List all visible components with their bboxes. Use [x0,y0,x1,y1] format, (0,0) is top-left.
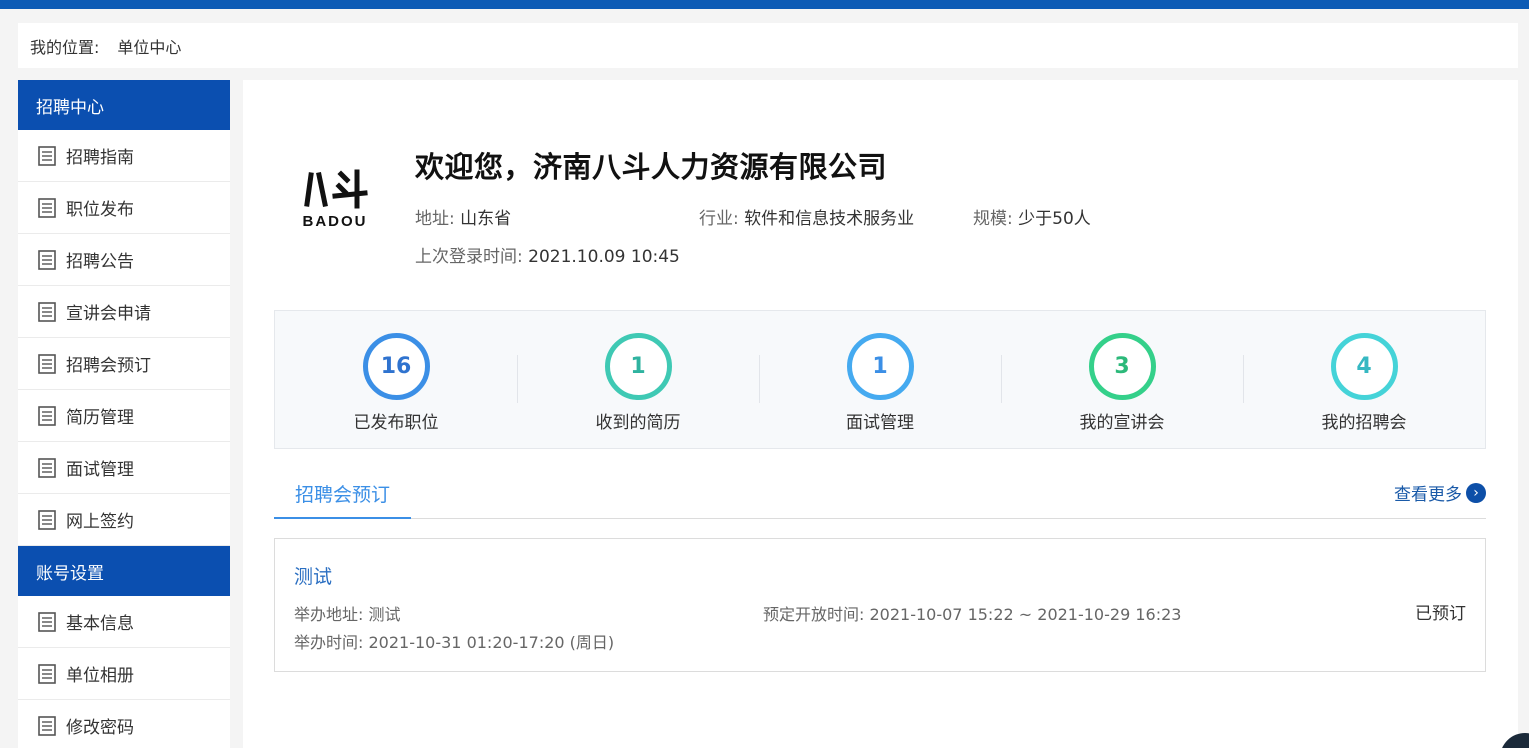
sidebar-item-label: 单位相册 [66,666,134,686]
document-icon [38,457,56,478]
stat-label: 我的招聘会 [1321,413,1407,433]
industry-label: 行业: [699,209,739,229]
top-accent-bar [0,0,1529,9]
tab-bar: 招聘会预订 查看更多 › [274,470,1486,519]
sidebar-item[interactable]: 招聘公告 [18,234,230,286]
breadcrumb: 我的位置: 单位中心 [18,23,1518,68]
document-icon [38,715,56,736]
sidebar-item-label: 职位发布 [66,200,134,220]
address-value: 山东省 [460,209,512,229]
main-panel: BADOU 欢迎您，济南八斗人力资源有限公司 地址: 山东省 行业: 软件和信息… [243,80,1518,748]
booking-card: 测试 举办地址: 测试 举办时间: 2021-10-31 01:20-17:20… [274,538,1486,672]
stat-label: 面试管理 [846,413,914,433]
industry-info: 行业: 软件和信息技术服务业 [699,204,914,229]
sidebar-item[interactable]: 简历管理 [18,390,230,442]
sidebar-item[interactable]: 招聘会预订 [18,338,230,390]
document-icon [38,663,56,684]
stat-count-ring: 4 [1330,333,1398,400]
breadcrumb-prefix: 我的位置: [30,37,100,57]
sidebar-item[interactable]: 宣讲会申请 [18,286,230,338]
booking-open-label: 预定开放时间: [763,605,865,624]
document-icon [38,611,56,632]
stat-count-ring: 1 [604,333,672,400]
sidebar-item-label: 招聘指南 [66,148,134,168]
document-icon [38,145,56,166]
view-more-link[interactable]: 查看更多 › [1394,480,1486,505]
last-login-label: 上次登录时间: [415,247,523,267]
sidebar-item[interactable]: 职位发布 [18,182,230,234]
last-login-info: 上次登录时间: 2021.10.09 10:45 [415,242,680,267]
address-label: 地址: [415,209,455,229]
stat-item[interactable]: 1 面试管理 [759,311,1001,448]
booking-time-value: 2021-10-31 01:20-17:20 (周日) [368,633,615,652]
stat-label: 我的宣讲会 [1079,413,1165,433]
sidebar-item-label: 修改密码 [66,718,134,738]
chevron-right-icon: › [1466,482,1486,503]
document-icon [38,353,56,374]
sidebar-item[interactable]: 基本信息 [18,596,230,648]
sidebar-item-label: 面试管理 [66,460,134,480]
document-icon [38,249,56,270]
stat-count-ring: 16 [362,333,430,400]
booking-address-label: 举办地址: [294,605,364,624]
stat-item[interactable]: 1 收到的简历 [517,311,759,448]
sidebar-item-label: 网上签约 [66,512,134,532]
document-icon [38,509,56,530]
sidebar-item[interactable]: 网上签约 [18,494,230,546]
sidebar-item[interactable]: 面试管理 [18,442,230,494]
company-logo: BADOU [303,169,368,230]
booking-address: 举办地址: 测试 [294,601,401,625]
stat-item[interactable]: 3 我的宣讲会 [1001,311,1243,448]
scale-value: 少于50人 [1018,209,1091,229]
booking-open-value: 2021-10-07 15:22 ~ 2021-10-29 16:23 [869,605,1182,624]
last-login-value: 2021.10.09 10:45 [528,247,680,267]
scale-info: 规模: 少于50人 [973,204,1091,229]
welcome-title: 欢迎您，济南八斗人力资源有限公司 [415,150,888,184]
logo-text: BADOU [303,213,368,230]
stat-item[interactable]: 16 已发布职位 [275,311,517,448]
sidebar-section-title: 招聘中心 [18,80,230,130]
industry-value: 软件和信息技术服务业 [744,209,915,229]
stat-label: 已发布职位 [353,413,439,433]
sidebar-item-label: 招聘公告 [66,252,134,272]
sidebar-section-title: 账号设置 [18,546,230,596]
booking-time-label: 举办时间: [294,633,364,652]
breadcrumb-current: 单位中心 [117,37,182,57]
sidebar-item[interactable]: 招聘指南 [18,130,230,182]
stat-count-ring: 3 [1088,333,1156,400]
tab-job-fair-booking[interactable]: 招聘会预订 [274,470,411,519]
document-icon [38,301,56,322]
document-icon [38,405,56,426]
sidebar: 招聘中心招聘指南职位发布招聘公告宣讲会申请招聘会预订简历管理面试管理网上签约账号… [18,80,230,748]
address-info: 地址: 山东省 [415,204,511,229]
booking-title[interactable]: 测试 [294,562,332,589]
document-icon [38,197,56,218]
sidebar-item[interactable]: 单位相册 [18,648,230,700]
stat-count-ring: 1 [846,333,914,400]
booking-open-time: 预定开放时间: 2021-10-07 15:22 ~ 2021-10-29 16… [763,601,1181,625]
sidebar-item-label: 宣讲会申请 [66,304,151,324]
stat-item[interactable]: 4 我的招聘会 [1243,311,1485,448]
booking-status: 已预订 [1415,604,1466,624]
sidebar-item[interactable]: 修改密码 [18,700,230,748]
booking-address-value: 测试 [368,605,401,624]
stat-label: 收到的简历 [595,413,681,433]
view-more-label: 查看更多 [1394,485,1462,505]
scale-label: 规模: [973,209,1013,229]
sidebar-item-label: 简历管理 [66,408,134,428]
stats-panel: 16 已发布职位 1 收到的简历 1 面试管理 3 我的宣讲会 4 我的招聘会 [274,310,1486,449]
sidebar-item-label: 基本信息 [66,614,134,634]
sidebar-item-label: 招聘会预订 [66,356,151,376]
booking-time: 举办时间: 2021-10-31 01:20-17:20 (周日) [294,629,614,653]
